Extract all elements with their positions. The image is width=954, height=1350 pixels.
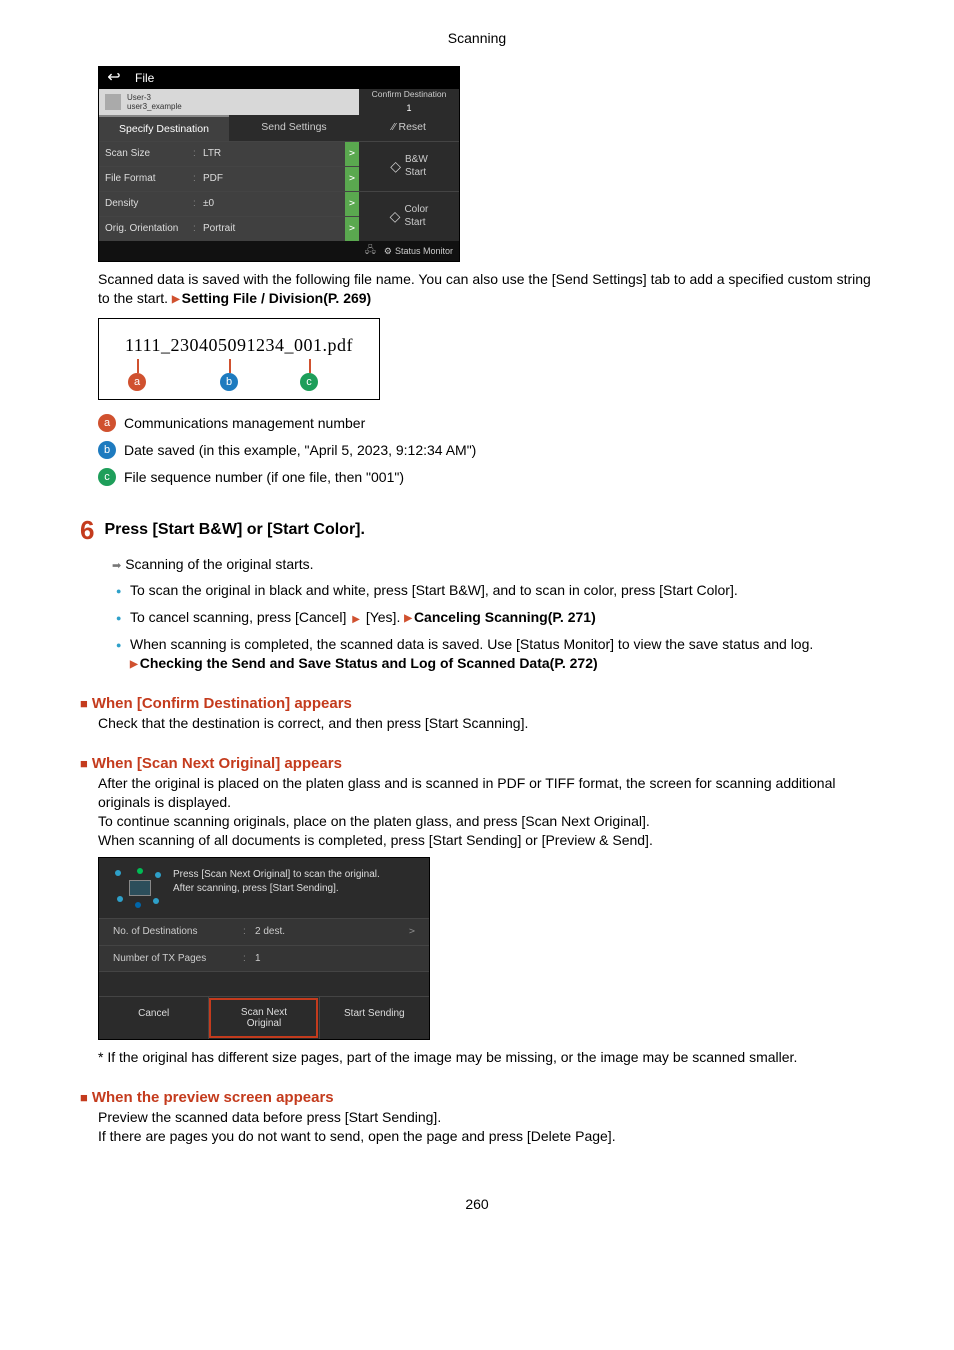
row-scan-size[interactable]: Scan Size : LTR > — [99, 141, 359, 166]
confirm-destination-button[interactable]: Confirm Destination 1 — [359, 89, 459, 115]
chevron-right-icon: > — [345, 192, 359, 216]
dest-name-bottom: user3_example — [127, 102, 182, 111]
tab-send-settings[interactable]: Send Settings — [229, 115, 359, 141]
cancel-button[interactable]: Cancel — [99, 997, 208, 1039]
status-monitor-button[interactable]: ⚙ Status Monitor — [384, 245, 453, 257]
badge-a-icon: a — [98, 414, 116, 432]
scan-next-message: Press [Scan Next Original] to scan the o… — [173, 868, 415, 896]
callout-c: c File sequence number (if one file, the… — [98, 468, 874, 487]
callout-b: b Date saved (in this example, "April 5,… — [98, 441, 874, 460]
confirm-destination-body: Check that the destination is correct, a… — [98, 714, 874, 733]
row-file-format[interactable]: File Format : PDF > — [99, 166, 359, 191]
badge-b-icon: b — [98, 441, 116, 459]
link-canceling-scanning[interactable]: Canceling Scanning(P. 271) — [404, 609, 596, 625]
scan-animation-icon — [113, 868, 163, 908]
network-icon: 🖧 — [365, 244, 376, 258]
screen-title: File — [129, 70, 459, 86]
chevron-right-icon: > — [345, 167, 359, 191]
step-6-bullet-2: To cancel scanning, press [Cancel] ▶ [Ye… — [112, 608, 874, 627]
step-number-6: 6 — [80, 517, 94, 543]
gear-icon: ⚙ — [384, 245, 392, 257]
chevron-right-icon: > — [345, 217, 359, 241]
filename-intro-text: Scanned data is saved with the following… — [98, 270, 874, 308]
link-setting-file-division[interactable]: Setting File / Division(P. 269) — [172, 290, 371, 306]
row-orientation[interactable]: Orig. Orientation : Portrait > — [99, 216, 359, 241]
reset-button[interactable]: ⁄⁄ Reset — [359, 115, 459, 141]
marker-c-icon: c — [300, 373, 318, 391]
start-sending-button[interactable]: Start Sending — [319, 997, 429, 1039]
start-icon: ◇ — [390, 157, 401, 176]
start-bw-button[interactable]: ◇ B&W Start — [359, 141, 459, 191]
chevron-right-icon: > — [409, 925, 415, 939]
step-6-result: Scanning of the original starts. — [112, 555, 874, 574]
scan-next-original-button[interactable]: Scan Next Original — [208, 997, 318, 1039]
row-tx-pages: Number of TX Pages : 1 — [99, 945, 429, 972]
scan-next-screen: Press [Scan Next Original] to scan the o… — [98, 857, 430, 1040]
link-checking-status[interactable]: Checking the Send and Save Status and Lo… — [130, 655, 598, 671]
heading-scan-next-original: When [Scan Next Original] appears — [80, 755, 874, 772]
badge-c-icon: c — [98, 468, 116, 486]
size-note: * If the original has different size pag… — [98, 1048, 874, 1067]
step-6-bullet-1: To scan the original in black and white,… — [112, 581, 874, 600]
step-6-title: Press [Start B&W] or [Start Color]. — [104, 521, 364, 539]
filename-example: 1111_230405091234_001.pdf — [109, 333, 369, 357]
scan-screen: ↩ File User-3 user3_example Confirm Dest… — [98, 66, 460, 262]
start-icon: ◇ — [390, 207, 401, 226]
tab-specify-destination[interactable]: Specify Destination — [99, 115, 229, 141]
marker-a-icon: a — [128, 373, 146, 391]
filename-diagram: 1111_230405091234_001.pdf a b c — [98, 318, 380, 400]
row-density[interactable]: Density : ±0 > — [99, 191, 359, 216]
row-num-destinations[interactable]: No. of Destinations : 2 dest. > — [99, 918, 429, 945]
heading-confirm-destination: When [Confirm Destination] appears — [80, 695, 874, 712]
reset-icon: ⁄⁄ — [392, 121, 396, 133]
chevron-right-icon: ▶ — [352, 614, 360, 625]
marker-b-icon: b — [220, 373, 238, 391]
heading-preview-screen: When the preview screen appears — [80, 1089, 874, 1106]
doc-header: Scanning — [80, 30, 874, 46]
dest-name-top: User-3 — [127, 93, 182, 102]
back-icon[interactable]: ↩ — [99, 67, 129, 89]
preview-body: Preview the scanned data before press [S… — [98, 1108, 874, 1146]
selected-destination[interactable]: User-3 user3_example — [99, 89, 359, 115]
step-6-bullet-3: When scanning is completed, the scanned … — [112, 635, 874, 673]
folder-icon — [105, 94, 121, 110]
chevron-right-icon: > — [345, 142, 359, 166]
start-color-button[interactable]: ◇ Color Start — [359, 191, 459, 241]
page-number: 260 — [80, 1196, 874, 1212]
callout-a: a Communications management number — [98, 414, 874, 433]
scan-next-body: After the original is placed on the plat… — [98, 774, 874, 1041]
